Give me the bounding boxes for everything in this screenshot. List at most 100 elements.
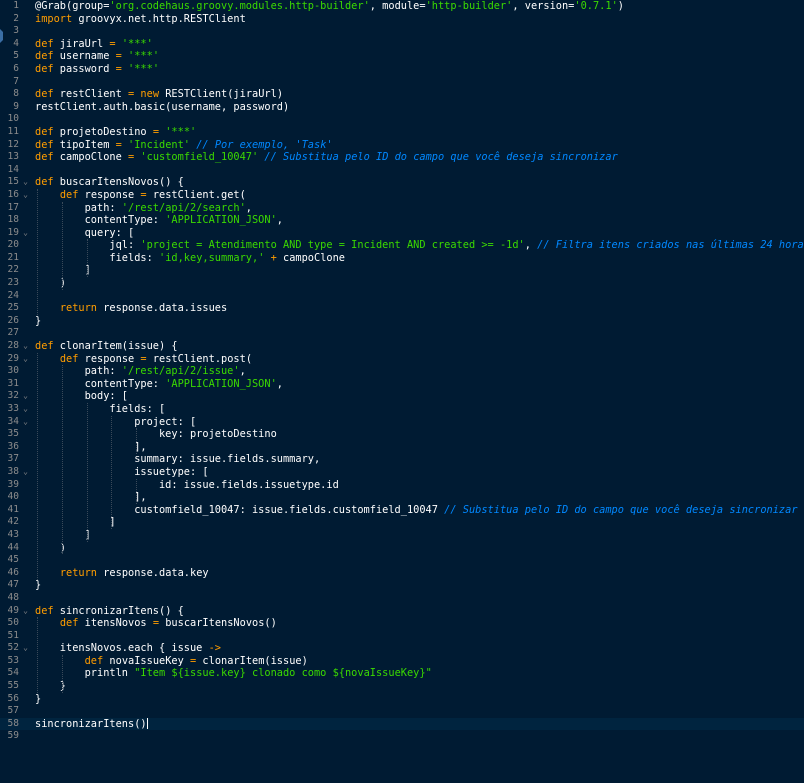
code-line[interactable]: 26}	[0, 315, 804, 328]
code-token: 'customfield_10047'	[140, 151, 259, 164]
code-line[interactable]: 20 jql: 'project = Atendimento AND type …	[0, 239, 804, 252]
code-text: key: projetoDestino	[35, 428, 277, 441]
code-line[interactable]: 49 ⌄ def sincronizarItens() {	[0, 605, 804, 618]
code-line[interactable]: 47}	[0, 579, 804, 592]
fold-toggle-icon[interactable]: ⌄	[21, 642, 30, 655]
line-number: 24	[7, 289, 19, 301]
code-line[interactable]: 36 ],	[0, 441, 804, 454]
code-line[interactable]: 24	[0, 290, 804, 303]
code-line[interactable]: 45	[0, 554, 804, 567]
code-line[interactable]: 39 id: issue.fields.issuetype.id	[0, 479, 804, 492]
code-line[interactable]: 42 ]	[0, 516, 804, 529]
code-line[interactable]: 35 key: projetoDestino	[0, 428, 804, 441]
code-line[interactable]: 6 def password = '***'	[0, 63, 804, 76]
code-token: def	[35, 125, 54, 138]
code-token: ,	[276, 377, 283, 390]
fold-toggle-icon[interactable]: ⌄	[21, 605, 30, 618]
fold-toggle-icon[interactable]: ⌄	[21, 176, 30, 189]
code-token: def	[35, 50, 54, 63]
code-token: ,	[276, 214, 283, 227]
code-line[interactable]: 34 ⌄ project: [	[0, 416, 804, 429]
code-line[interactable]: 12 def tipoItem = 'Incident' // Por exemp…	[0, 139, 804, 152]
code-line[interactable]: 19 ⌄ query: [	[0, 227, 804, 240]
code-line[interactable]: 15 ⌄ def buscarItensNovos() {	[0, 176, 804, 189]
code-line[interactable]: 56}	[0, 693, 804, 706]
fold-toggle-icon[interactable]: ⌄	[21, 227, 30, 240]
code-token: // Substitua pelo ID do campo que você d…	[444, 503, 798, 516]
code-line[interactable]: 38 ⌄ issuetype: [	[0, 466, 804, 479]
code-line[interactable]: 31 contentType: 'APPLICATION_JSON',	[0, 378, 804, 391]
code-line[interactable]: 3	[0, 25, 804, 38]
code-text: println "Item ${issue.key} clonado como …	[35, 667, 432, 680]
line-number: 25	[7, 302, 19, 314]
code-text: def username = '***'	[35, 50, 159, 63]
code-line[interactable]: 59	[0, 730, 804, 743]
code-line[interactable]: 32 ⌄ body: [	[0, 390, 804, 403]
code-line[interactable]: 5 def username = '***'	[0, 50, 804, 63]
code-line[interactable]: 29 ⌄ def response = restClient.post(	[0, 353, 804, 366]
code-line[interactable]: 50 def itensNovos = buscarItensNovos()	[0, 617, 804, 630]
code-line[interactable]: 37 summary: issue.fields.summary,	[0, 453, 804, 466]
code-token: itensNovos.each { issue	[35, 642, 209, 655]
code-line[interactable]: 17 path: '/rest/api/2/search',	[0, 202, 804, 215]
code-text: @Grab(group='org.codehaus.groovy.modules…	[35, 0, 624, 13]
code-line[interactable]: 18 contentType: 'APPLICATION_JSON',	[0, 214, 804, 227]
code-line[interactable]: 25 return response.data.issues	[0, 302, 804, 315]
code-line[interactable]: 43 ]	[0, 529, 804, 542]
code-area[interactable]: 1 @Grab(group='org.codehaus.groovy.module…	[0, 0, 804, 743]
code-line[interactable]: 58 sincronizarItens()	[0, 717, 804, 731]
code-line[interactable]: 14	[0, 164, 804, 177]
code-token: restClient	[53, 88, 129, 101]
code-line[interactable]: 51	[0, 630, 804, 643]
line-number: 34	[7, 415, 19, 427]
code-line[interactable]: 4 def jiraUrl = '***'	[0, 38, 804, 51]
code-line[interactable]: 7	[0, 76, 804, 89]
code-token: ,	[239, 365, 246, 378]
code-line[interactable]: 55 }	[0, 680, 804, 693]
code-line[interactable]: 2 import groovyx.net.http.RESTClient	[0, 13, 804, 26]
code-line[interactable]: 30 path: '/rest/api/2/issue',	[0, 365, 804, 378]
code-line[interactable]: 23 )	[0, 277, 804, 290]
code-line[interactable]: 46 return response.data.key	[0, 567, 804, 580]
code-line[interactable]: 28 ⌄ def clonarItem(issue) {	[0, 340, 804, 353]
fold-toggle-icon[interactable]: ⌄	[21, 340, 30, 353]
code-line[interactable]: 9 restClient.auth.basic(username, passwor…	[0, 101, 804, 114]
code-text: ],	[35, 441, 146, 454]
code-line[interactable]: 48	[0, 592, 804, 605]
code-token: // Substitua pelo ID do campo que você d…	[264, 151, 618, 164]
code-line[interactable]: 22 ]	[0, 264, 804, 277]
code-line[interactable]: 11 def projetoDestino = '***'	[0, 126, 804, 139]
code-token: jiraUrl	[53, 37, 110, 50]
code-token: }	[35, 692, 42, 705]
code-line[interactable]: 8 def restClient = new RESTClient(jiraUrl…	[0, 88, 804, 101]
code-editor[interactable]: 1 @Grab(group='org.codehaus.groovy.module…	[0, 0, 804, 783]
fold-toggle-icon[interactable]: ⌄	[21, 416, 30, 429]
code-line[interactable]: 40 ],	[0, 491, 804, 504]
code-line[interactable]: 16 ⌄ def response = restClient.get(	[0, 189, 804, 202]
fold-toggle-icon[interactable]: ⌄	[21, 189, 30, 202]
indent-guide	[61, 655, 63, 693]
code-line[interactable]: 27	[0, 327, 804, 340]
line-number: 35	[7, 428, 19, 440]
code-line[interactable]: 21 fields: 'id,key,summary,' + campoClon…	[0, 252, 804, 265]
code-token: ],	[35, 491, 147, 504]
code-line[interactable]: 13 def campoClone = 'customfield_10047' /…	[0, 151, 804, 164]
code-token: restClient.auth.basic(username, password…	[35, 100, 290, 113]
code-line[interactable]: 53 def novaIssueKey = clonarItem(issue)	[0, 655, 804, 668]
code-line[interactable]: 1 @Grab(group='org.codehaus.groovy.module…	[0, 0, 804, 13]
code-line[interactable]: 57	[0, 705, 804, 718]
line-number: 28	[7, 340, 19, 352]
code-line[interactable]: 54 println "Item ${issue.key} clonado co…	[0, 667, 804, 680]
code-line[interactable]: 33 ⌄ fields: [	[0, 403, 804, 416]
fold-toggle-icon[interactable]: ⌄	[21, 390, 30, 403]
code-line[interactable]: 44 )	[0, 542, 804, 555]
fold-toggle-icon[interactable]: ⌄	[21, 403, 30, 416]
code-line[interactable]: 10	[0, 113, 804, 126]
code-line[interactable]: 52 ⌄ itensNovos.each { issue ->	[0, 642, 804, 655]
code-token: 'org.codehaus.groovy.modules.http-builde…	[109, 0, 370, 12]
code-text: query: [	[35, 227, 135, 240]
fold-toggle-icon[interactable]: ⌄	[21, 466, 30, 479]
code-line[interactable]: 41 customfield_10047: issue.fields.custo…	[0, 504, 804, 517]
line-number: 48	[7, 591, 19, 603]
fold-toggle-icon[interactable]: ⌄	[21, 353, 30, 366]
